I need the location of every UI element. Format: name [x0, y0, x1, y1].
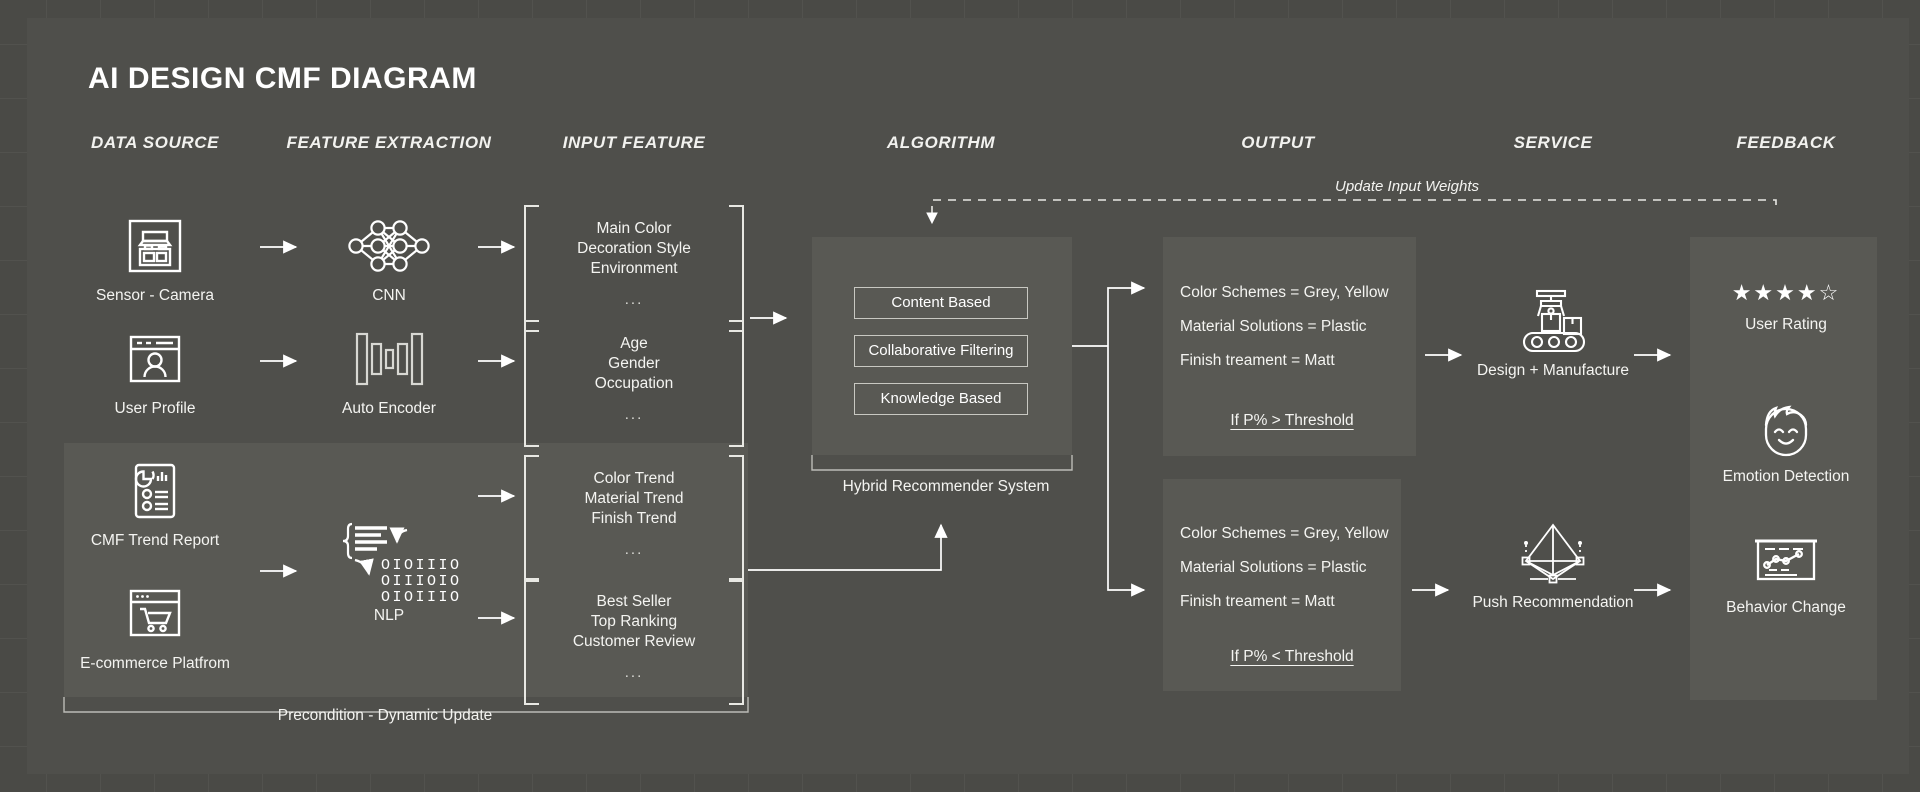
- node-label: Sensor - Camera: [95, 287, 214, 304]
- feature-more: ...: [624, 406, 644, 423]
- node-label: NLP: [373, 607, 405, 624]
- node-behavior-change[interactable]: Behavior Change: [1676, 527, 1896, 617]
- output-line: Finish treament = Matt: [1180, 593, 1335, 610]
- feature-line: Decoration Style: [577, 240, 691, 257]
- node-user-rating[interactable]: ★★★★☆ User Rating: [1676, 276, 1896, 334]
- node-label: Behavior Change: [1726, 599, 1846, 616]
- feature-line: Material Trend: [584, 490, 684, 507]
- node-label: CMF Trend Report: [90, 532, 220, 549]
- feature-line: Customer Review: [572, 633, 696, 650]
- user-window-icon: [45, 328, 265, 390]
- pyramid-network-icon: [1443, 522, 1663, 584]
- node-push-recommendation[interactable]: Push Recommendation: [1443, 522, 1663, 612]
- bracket-right-icon: [729, 205, 744, 332]
- bracket-left-icon: [524, 205, 539, 332]
- feature-more: ...: [624, 664, 644, 681]
- neural-network-icon: [279, 215, 499, 277]
- node-label: CNN: [372, 287, 406, 304]
- node-nlp[interactable]: OIOIIIO OIIIOIO OIOIIIO NLP: [279, 513, 499, 625]
- feature-line: Top Ranking: [590, 613, 678, 630]
- node-label: User Rating: [1745, 316, 1827, 333]
- bracket-right-icon: [729, 320, 744, 447]
- output-line: Material Solutions = Plastic: [1180, 318, 1367, 335]
- nlp-binary-icon: OIOIIIO OIIIOIO OIOIIIO: [279, 513, 499, 606]
- bracket-left-icon: [524, 578, 539, 705]
- feedback-loop-label: Update Input Weights: [1335, 178, 1479, 195]
- scanner-camera-icon: [45, 215, 265, 277]
- bracket-left-icon: [524, 455, 539, 582]
- node-cmf-trend-report[interactable]: CMF Trend Report: [45, 460, 265, 550]
- autoencoder-bars-icon: [279, 328, 499, 390]
- feature-line: Age: [620, 335, 648, 352]
- output-condition-low: If P% < Threshold: [1230, 648, 1354, 665]
- node-label: Push Recommendation: [1472, 594, 1634, 611]
- node-label: Auto Encoder: [342, 400, 436, 417]
- bracket-right-icon: [729, 578, 744, 705]
- conveyor-robot-arm-icon: [1443, 289, 1663, 353]
- output-line: Color Schemes = Grey, Yellow: [1180, 525, 1389, 542]
- algorithm-button-knowledge-based[interactable]: Knowledge Based: [854, 383, 1028, 415]
- bracket-right-icon: [729, 455, 744, 582]
- output-line: Finish treament = Matt: [1180, 352, 1335, 369]
- node-emotion-detection[interactable]: Emotion Detection: [1676, 396, 1896, 486]
- feature-line: Color Trend: [593, 470, 675, 487]
- feature-line: Finish Trend: [591, 510, 677, 527]
- algorithm-caption: Hybrid Recommender System: [842, 478, 1050, 495]
- algorithm-button-content-based[interactable]: Content Based: [854, 287, 1028, 319]
- line-chart-board-icon: [1676, 527, 1896, 589]
- star-rating-icon: ★★★★☆: [1676, 276, 1896, 310]
- smiling-face-icon: [1676, 396, 1896, 458]
- feature-line: Occupation: [594, 375, 674, 392]
- svg-text:OIIIOIO: OIIIOIO: [381, 573, 462, 590]
- svg-text:OIOIIIO: OIOIIIO: [381, 589, 462, 606]
- feature-line: Best Seller: [596, 593, 672, 610]
- bracket-left-icon: [524, 320, 539, 447]
- node-cnn[interactable]: CNN: [279, 215, 499, 305]
- node-sensor-camera[interactable]: Sensor - Camera: [45, 215, 265, 305]
- node-user-profile[interactable]: User Profile: [45, 328, 265, 418]
- node-ecommerce-platform[interactable]: E-commerce Platfrom: [45, 583, 265, 673]
- svg-text:OIOIIIO: OIOIIIO: [381, 557, 462, 574]
- feature-more: ...: [624, 541, 644, 558]
- node-auto-encoder[interactable]: Auto Encoder: [279, 328, 499, 418]
- output-condition-high: If P% > Threshold: [1230, 412, 1354, 429]
- feature-group-visual: Main Color Decoration Style Environment …: [524, 205, 744, 332]
- output-line: Material Solutions = Plastic: [1180, 559, 1367, 576]
- feature-group-demographic: Age Gender Occupation ...: [524, 320, 744, 447]
- feature-line: Main Color: [596, 220, 672, 237]
- feature-line: Gender: [608, 355, 660, 372]
- shopping-cart-window-icon: [45, 583, 265, 645]
- precondition-label: Precondition - Dynamic Update: [277, 707, 493, 724]
- node-label: Design + Manufacture: [1476, 362, 1630, 379]
- feature-group-commerce: Best Seller Top Ranking Customer Review …: [524, 578, 744, 705]
- node-label: Emotion Detection: [1722, 468, 1850, 485]
- node-design-manufacture[interactable]: Design + Manufacture: [1443, 289, 1663, 380]
- node-label: User Profile: [114, 400, 196, 417]
- output-line: Color Schemes = Grey, Yellow: [1180, 284, 1389, 301]
- report-chart-icon: [45, 460, 265, 522]
- star-rating-stars: ★★★★☆: [1731, 280, 1841, 305]
- node-label: E-commerce Platfrom: [80, 655, 230, 672]
- algorithm-button-collaborative-filtering[interactable]: Collaborative Filtering: [854, 335, 1028, 367]
- feature-group-trend: Color Trend Material Trend Finish Trend …: [524, 455, 744, 582]
- feature-more: ...: [624, 291, 644, 308]
- feature-line: Environment: [590, 260, 678, 277]
